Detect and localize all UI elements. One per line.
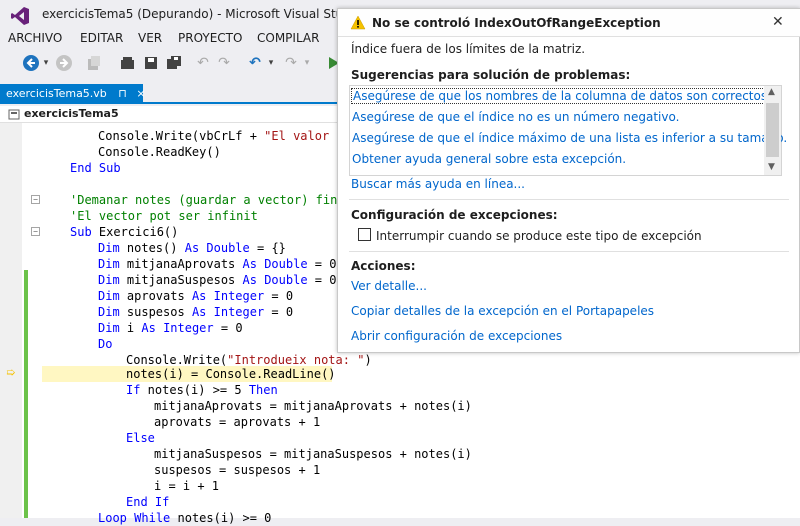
copy-details-link[interactable]: Copiar detalles de la excepción en el Po…	[351, 304, 654, 318]
execution-pointer-icon: ➯	[6, 366, 16, 379]
view-detail-link[interactable]: Ver detalle...	[351, 279, 427, 293]
break-on-exception-checkbox[interactable]	[358, 228, 371, 241]
undo-disabled-icon[interactable]: ↶	[195, 54, 211, 72]
exception-message: Índice fuera de los límites de la matriz…	[351, 42, 586, 56]
module-dropdown[interactable]: exercicisTema5	[24, 107, 119, 120]
code-line[interactable]: Dim mitjanaAprovats As Double = 0	[98, 256, 336, 272]
save-all-icon[interactable]	[166, 55, 182, 71]
undo-icon[interactable]: ↶	[246, 54, 264, 72]
code-line[interactable]: Dim aprovats As Integer = 0	[98, 288, 293, 304]
code-line[interactable]: If notes(i) >= 5 Then	[126, 382, 278, 398]
code-line[interactable]: i = i + 1	[154, 478, 219, 494]
code-line[interactable]: Sub Exercici6()	[70, 224, 178, 240]
back-icon[interactable]	[22, 54, 40, 72]
code-line[interactable]: suspesos = suspesos + 1	[154, 462, 320, 478]
collapse-icon[interactable]: −	[31, 195, 40, 204]
code-line[interactable]: Console.Write(vbCrLf + "El valor ma	[98, 128, 351, 144]
scroll-up-icon[interactable]: ▲	[768, 87, 775, 97]
code-line-comment[interactable]: 'El vector pot ser infinit	[70, 208, 258, 224]
more-help-link[interactable]: Buscar más ayuda en línea...	[351, 177, 525, 191]
tab-close-icon[interactable]: ×	[136, 87, 145, 100]
warning-icon	[350, 15, 366, 30]
code-line[interactable]: Dim mitjanaSuspesos As Double = 0	[98, 272, 336, 288]
close-icon[interactable]: ✕	[772, 14, 784, 30]
suggestion-link[interactable]: Asegúrese de que el índice máximo de una…	[352, 131, 787, 145]
break-on-exception-label[interactable]: Interrumpir cuando se produce este tipo …	[376, 229, 702, 243]
forward-icon[interactable]	[55, 54, 73, 72]
redo-disabled-icon[interactable]: ↷	[216, 54, 232, 72]
current-statement-line[interactable]: notes(i) = Console.ReadLine()	[126, 366, 336, 382]
redo-dropdown-icon[interactable]: ▾	[302, 54, 312, 72]
code-line[interactable]: End If	[126, 494, 169, 510]
exception-title: No se controló IndexOutOfRangeException	[372, 16, 661, 30]
back-dropdown-icon[interactable]: ▾	[41, 54, 51, 72]
code-line[interactable]: Dim suspesos As Integer = 0	[98, 304, 293, 320]
pin-icon[interactable]: ⊓	[118, 87, 127, 100]
suggestions-header: Sugerencias para solución de problemas:	[351, 68, 631, 82]
save-icon[interactable]	[143, 55, 159, 71]
suggestion-link[interactable]: Obtener ayuda general sobre esta excepci…	[352, 152, 626, 166]
suggestion-link[interactable]: Asegúrese de que el índice no es un núme…	[352, 110, 679, 124]
code-line[interactable]: mitjanaSuspesos = mitjanaSuspesos + note…	[154, 446, 472, 462]
menu-editar[interactable]: EDITAR	[80, 31, 123, 45]
exception-header: No se controló IndexOutOfRangeException …	[338, 9, 800, 37]
code-line[interactable]: Console.ReadKey()	[98, 144, 221, 160]
menu-ver[interactable]: VER	[138, 31, 162, 45]
code-line[interactable]: Do	[98, 336, 112, 352]
scroll-down-icon[interactable]: ▼	[768, 162, 775, 172]
visual-studio-logo-icon	[11, 7, 29, 25]
divider	[349, 199, 789, 200]
code-line[interactable]: aprovats = aprovats + 1	[154, 414, 320, 430]
actions-header: Acciones:	[351, 259, 416, 273]
collapse-icon[interactable]: −	[31, 227, 40, 236]
menu-archivo[interactable]: ARCHIVO	[8, 31, 62, 45]
redo-icon[interactable]: ↷	[282, 54, 300, 72]
code-line[interactable]: Else	[126, 430, 155, 446]
change-indicator	[24, 366, 28, 382]
code-line-comment[interactable]: 'Demanar notes (guardar a vector) fins	[70, 192, 345, 208]
code-line[interactable]: Dim i As Integer = 0	[98, 320, 243, 336]
suggestion-link[interactable]: Asegúrese de que los nombres de la colum…	[351, 88, 773, 104]
menu-proyecto[interactable]: PROYECTO	[178, 31, 242, 45]
window-title: exercicisTema5 (Depurando) - Microsoft V…	[42, 7, 362, 21]
menu-compilar[interactable]: COMPILAR	[257, 31, 319, 45]
new-project-icon[interactable]	[86, 55, 102, 71]
change-indicator	[24, 270, 28, 366]
change-indicator	[24, 382, 28, 518]
open-exception-settings-link[interactable]: Abrir configuración de excepciones	[351, 329, 562, 343]
exception-assistant-popup: No se controló IndexOutOfRangeException …	[337, 8, 800, 353]
tab-label: exercicisTema5.vb	[6, 87, 107, 100]
module-icon	[8, 109, 20, 120]
indicator-margin	[0, 123, 22, 518]
code-line[interactable]: End Sub	[70, 160, 121, 176]
code-line[interactable]: Loop While notes(i) >= 0	[98, 510, 271, 526]
open-file-icon[interactable]	[120, 55, 136, 71]
exception-config-header: Configuración de excepciones:	[351, 208, 558, 222]
code-line[interactable]: mitjanaAprovats = mitjanaAprovats + note…	[154, 398, 472, 414]
undo-dropdown-icon[interactable]: ▾	[266, 54, 276, 72]
tab-exercicistema5-vb[interactable]: exercicisTema5.vb ⊓ ×	[0, 84, 146, 104]
divider	[349, 251, 789, 252]
code-line[interactable]: Dim notes() As Double = {}	[98, 240, 286, 256]
scrollbar-thumb[interactable]	[766, 103, 779, 157]
